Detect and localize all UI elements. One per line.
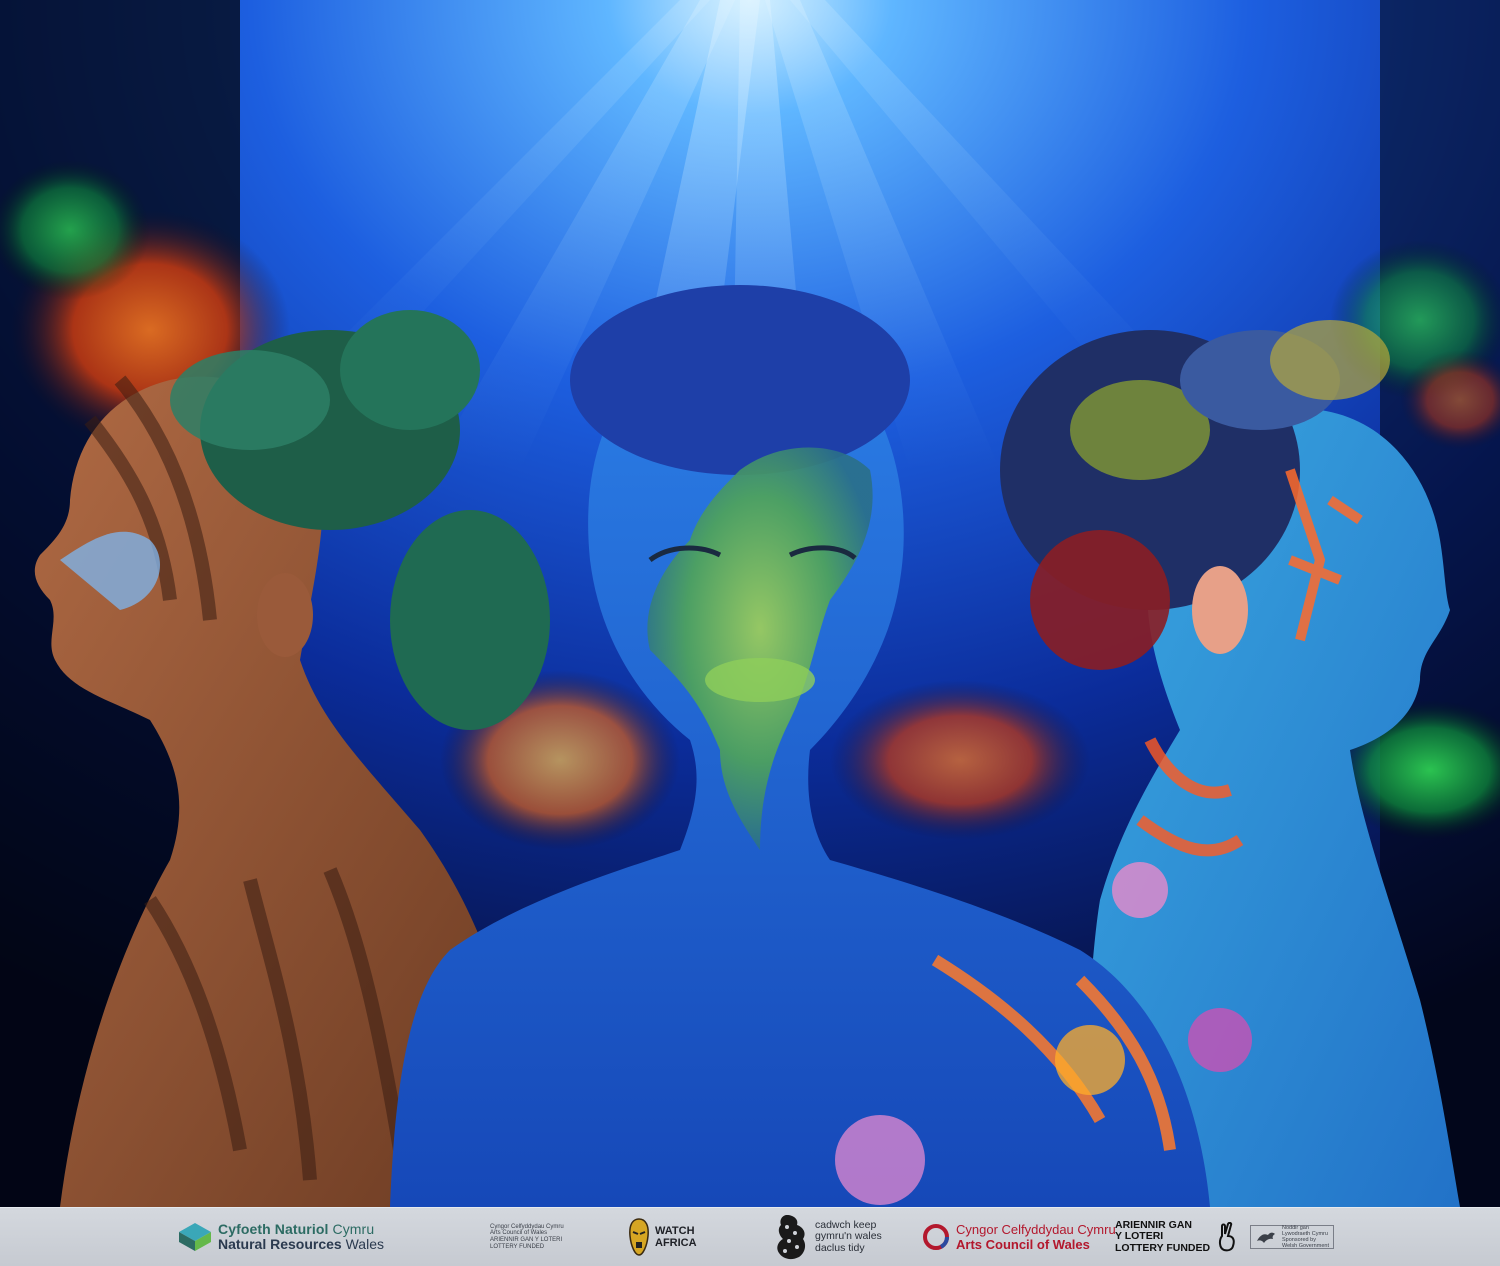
watch-africa-line1: WATCH xyxy=(655,1224,695,1237)
acw-small-line1: Cyngor Celfyddydau Cymru xyxy=(490,1223,564,1230)
logo-arts-council-small: Cyngor Celfyddydau Cymru Arts Council of… xyxy=(490,1208,564,1266)
logo-lottery-funded: ARIENNIR GAN Y LOTERI LOTTERY FUNDED xyxy=(1115,1208,1238,1266)
nrw-line1-lite: Cymru xyxy=(328,1221,375,1238)
kwt-line2: gymru'n wales xyxy=(815,1230,882,1243)
nrw-line2-lite: Wales xyxy=(341,1236,384,1252)
arts-council-ring-icon xyxy=(923,1224,949,1250)
mask-icon xyxy=(629,1218,649,1256)
acw-small-line2: Arts Council of Wales xyxy=(490,1230,548,1237)
logo-arts-council-of-wales: Cyngor Celfyddydau Cymru Arts Council of… xyxy=(922,1208,1116,1266)
logo-welsh-government: Noddir gan Lywodraeth Cymru Sponsored by… xyxy=(1250,1208,1334,1266)
acw-small-line4: LOTTERY FUNDED xyxy=(490,1243,545,1250)
logo-keep-wales-tidy: cadwch keep gymru'n wales daclus tidy xyxy=(773,1208,882,1266)
logo-watch-africa: WATCH AFRICA xyxy=(628,1208,697,1266)
nrw-emblem-icon xyxy=(179,1223,211,1251)
wg-line4: Welsh Government xyxy=(1282,1243,1329,1250)
logo-natural-resources-wales: Cyfoeth Naturiol Cymru Natural Resources… xyxy=(178,1208,384,1266)
acw-small-line3: ARIENNIR GAN Y LOTERI xyxy=(490,1237,563,1243)
acw-line2: Arts Council of Wales xyxy=(956,1237,1090,1252)
crossed-fingers-icon xyxy=(1219,1222,1235,1252)
underwater-portrait-scene xyxy=(0,0,1500,1207)
wales-map-icon xyxy=(777,1215,806,1260)
center-hair xyxy=(570,285,910,475)
nrw-line2-bold: Natural Resources xyxy=(218,1236,342,1252)
dragon-icon xyxy=(1257,1232,1275,1243)
lottery-line2: Y LOTERI xyxy=(1115,1230,1164,1243)
lottery-line3: LOTTERY FUNDED xyxy=(1115,1241,1211,1254)
watch-africa-line2: AFRICA xyxy=(655,1237,697,1249)
nrw-line1-bold: Cyfoeth Naturiol xyxy=(218,1221,329,1238)
acw-line1: Cyngor Celfyddydau Cymru xyxy=(956,1222,1116,1237)
sponsor-logo-strip: Cyfoeth Naturiol Cymru Natural Resources… xyxy=(0,1207,1500,1266)
kwt-line3: daclus tidy xyxy=(815,1241,865,1254)
